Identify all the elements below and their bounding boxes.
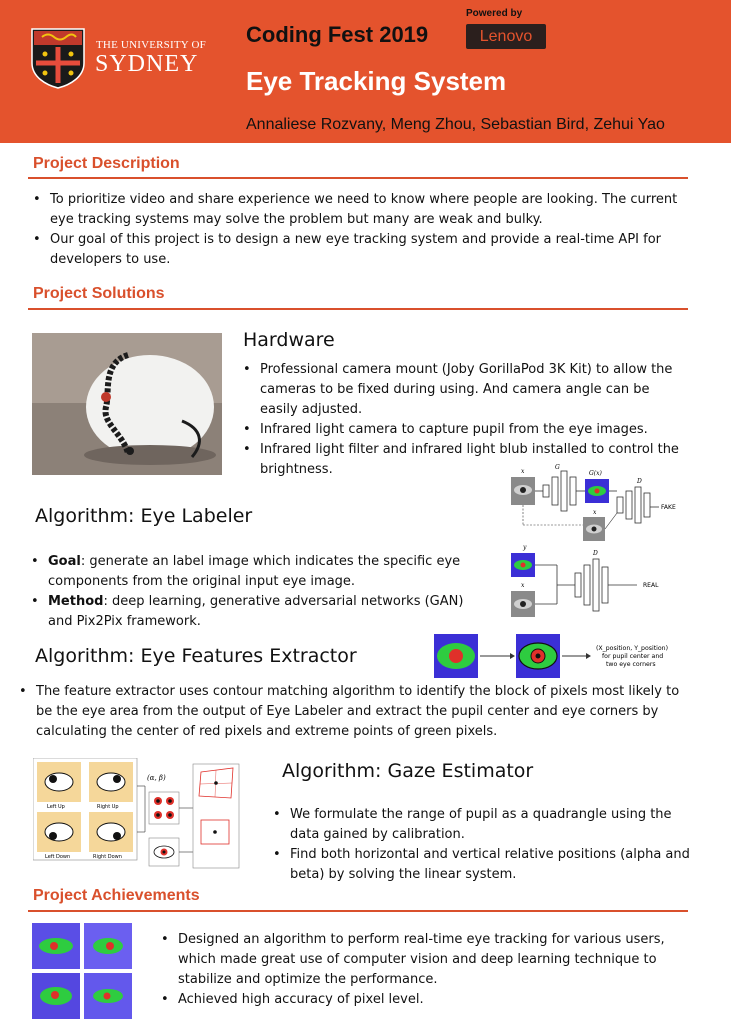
diagram-label-fake: FAKE [661,504,676,511]
list-item: Professional camera mount (Joby GorillaP… [240,360,690,420]
section-divider [28,177,688,179]
left-down-label: Left Down [45,854,70,860]
method-label: Method [48,594,104,609]
diagram-label-d: D [636,478,642,485]
goal-label: Goal [48,554,81,569]
eye-tracking-results-grid [32,923,132,1019]
event-title: Coding Fest 2019 [246,22,429,47]
list-item: Our goal of this project is to design a … [30,230,690,270]
poster-header: THE UNIVERSITY OF SYDNEY Coding Fest 201… [0,0,731,143]
sponsor-logo: Lenovo [466,24,546,49]
achievements-heading: Project Achievements [33,887,200,904]
diagram-label-x: x [521,468,525,475]
method-text: : deep learning, generative adversarial … [48,594,464,629]
university-name-line2: SYDNEY [95,51,199,77]
list-item: Method: deep learning, generative advers… [28,592,478,632]
helmet-camera-photo [32,333,222,475]
description-list: To prioritize video and share experience… [30,190,690,270]
poster-title: Eye Tracking System [246,66,507,96]
university-crest-icon [31,28,85,89]
alpha-beta-label: (α, β) [147,774,166,782]
extractor-output-line1: (X_position, Y_position) [596,645,668,652]
gan-architecture-diagram: x G G(x) D FAKE x y x D REAL [511,464,676,617]
gaze-estimator-diagram: Left Up Right Up Left Down Right Down (α… [33,758,240,869]
university-logo: THE UNIVERSITY OF SYDNEY [30,27,206,91]
diagram-label-x: x [593,509,597,516]
list-item: Find both horizontal and vertical relati… [270,845,690,885]
diagram-label-gx: G(x) [589,470,603,477]
diagram-label-real: REAL [643,582,659,589]
section-divider [28,308,688,310]
diagram-label-y: y [522,544,527,551]
left-up-label: Left Up [47,804,65,810]
diagram-label-x: x [521,582,525,589]
right-up-label: Right Up [97,804,119,810]
hardware-list: Professional camera mount (Joby GorillaP… [240,360,690,480]
labeler-heading: Algorithm: Eye Labeler [35,505,253,527]
extractor-list: The feature extractor uses contour match… [16,682,694,742]
list-item: To prioritize video and share experience… [30,190,690,230]
diagram-label-d: D [592,550,598,557]
gaze-heading: Algorithm: Gaze Estimator [282,760,534,782]
list-item: Achieved high accuracy of pixel level. [158,990,688,1010]
diagram-label-g: G [555,464,560,471]
gaze-list: We formulate the range of pupil as a qua… [270,805,690,885]
labeler-list: Goal: generate an label image which indi… [28,552,478,632]
extractor-heading: Algorithm: Eye Features Extractor [35,645,357,667]
description-heading: Project Description [33,155,180,172]
extractor-output-line3: two eye corners [606,661,656,668]
extractor-output-line2: for pupil center and [602,653,663,660]
powered-by-label: Powered by [466,8,523,19]
university-name-line1: THE UNIVERSITY OF [96,39,206,51]
feature-extractor-diagram: (X_position, Y_position) for pupil cente… [434,634,668,678]
list-item: Infrared light camera to capture pupil f… [240,420,690,440]
section-divider [28,910,688,912]
list-item: Goal: generate an label image which indi… [28,552,478,592]
author-list: Annaliese Rozvany, Meng Zhou, Sebastian … [246,116,665,133]
list-item: The feature extractor uses contour match… [16,682,694,742]
hardware-heading: Hardware [243,329,335,351]
goal-text: : generate an label image which indicate… [48,554,461,589]
solutions-heading: Project Solutions [33,285,165,302]
list-item: Designed an algorithm to perform real-ti… [158,930,688,990]
achievements-list: Designed an algorithm to perform real-ti… [158,930,688,1010]
right-down-label: Right Down [93,854,122,860]
list-item: We formulate the range of pupil as a qua… [270,805,690,845]
